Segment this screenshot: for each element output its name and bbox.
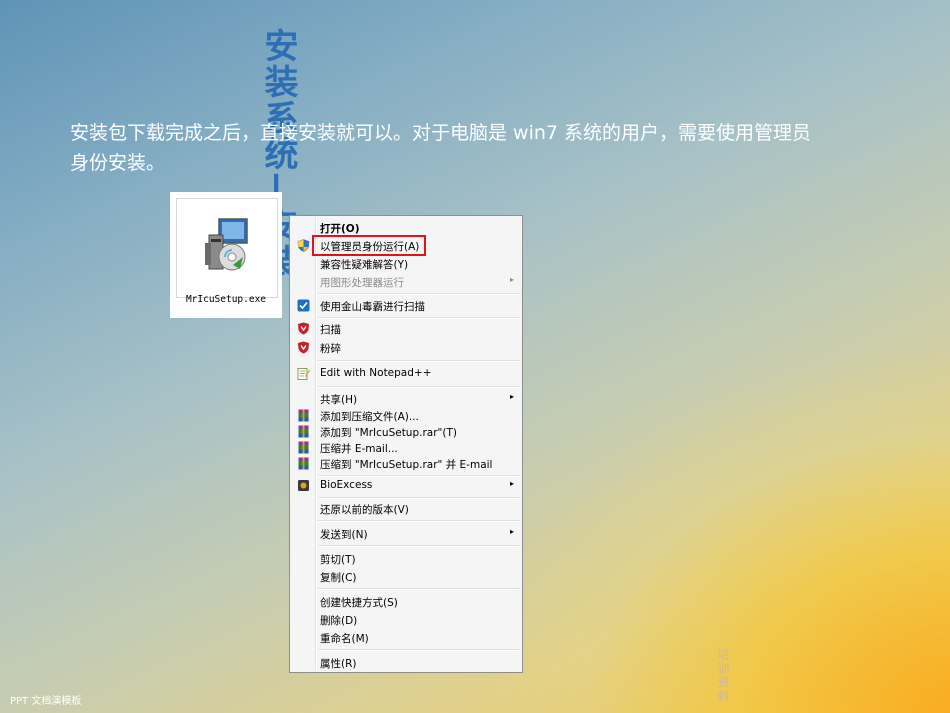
menu-item-open[interactable]: 打开(O) (292, 219, 520, 236)
submenu-arrow-icon: ▸ (509, 275, 514, 284)
menu-item-delete[interactable]: 删除(D) (292, 611, 520, 628)
slide-description: 安装包下载完成之后，直接安装就可以。对于电脑是 win7 系统的用户，需要使用管… (70, 122, 812, 174)
submenu-arrow-icon: ▸ (509, 527, 514, 536)
menu-item-bioexcess[interactable]: BioExcess ▸ (292, 477, 520, 494)
submenu-arrow-icon: ▸ (509, 479, 514, 488)
menu-item-copy[interactable]: 复制(C) (292, 568, 520, 585)
menu-item-cut[interactable]: 剪切(T) (292, 550, 520, 567)
menu-item-compress-email[interactable]: 压缩并 E-mail... (292, 439, 520, 456)
winrar-icon (298, 457, 309, 470)
menu-item-create-shortcut[interactable]: 创建快捷方式(S) (292, 593, 520, 610)
menu-item-rename[interactable]: 重命名(M) (292, 629, 520, 646)
winrar-icon (298, 425, 309, 438)
winrar-icon (298, 409, 309, 422)
menu-item-edit-notepadpp[interactable]: Edit with Notepad++ (292, 365, 520, 382)
menu-item-compat-troubleshoot[interactable]: 兼容性疑难解答(Y) (292, 255, 520, 272)
context-menu: 打开(O) 以管理员身份运行(A) 兼容性疑难解答(Y) 用图形处理器运行 ▸ … (289, 215, 523, 673)
menu-item-add-to-archive[interactable]: 添加到压缩文件(A)... (292, 407, 520, 424)
menu-item-share[interactable]: 共享(H) ▸ (292, 390, 520, 407)
winrar-icon (298, 441, 309, 454)
menu-item-send-to[interactable]: 发送到(N) ▸ (292, 525, 520, 542)
run-as-admin-highlight (312, 235, 426, 256)
exe-file-tile[interactable]: MrIcuSetup.exe (170, 192, 282, 318)
menu-item-kingsoft-scan[interactable]: 使用金山毒霸进行扫描 (292, 297, 520, 314)
menu-item-run-with-gpu[interactable]: 用图形处理器运行 ▸ (292, 273, 520, 290)
menu-item-compress-to-rar-email[interactable]: 压缩到 "MrIcuSetup.rar" 并 E-mail (292, 455, 520, 472)
installer-icon (205, 218, 248, 271)
menu-item-scan[interactable]: 扫描 (292, 320, 520, 337)
antivirus-icon (298, 322, 309, 335)
menu-item-properties[interactable]: 属性(R) (292, 654, 520, 671)
notepad-icon (297, 368, 310, 380)
submenu-arrow-icon: ▸ (509, 392, 514, 401)
menu-item-shred[interactable]: 粉碎 (292, 339, 520, 356)
bioexcess-icon (298, 480, 309, 491)
kingsoft-icon (297, 299, 310, 312)
antivirus-icon (298, 341, 309, 354)
file-name: MrIcuSetup.exe (185, 294, 267, 305)
watermark: 培训资料 (716, 648, 730, 704)
menu-item-add-to-rar[interactable]: 添加到 "MrIcuSetup.rar"(T) (292, 423, 520, 440)
uac-shield-icon (297, 239, 310, 252)
menu-item-restore-previous[interactable]: 还原以前的版本(V) (292, 500, 520, 517)
slide-footer: PPT 文档演模板 (10, 696, 82, 707)
